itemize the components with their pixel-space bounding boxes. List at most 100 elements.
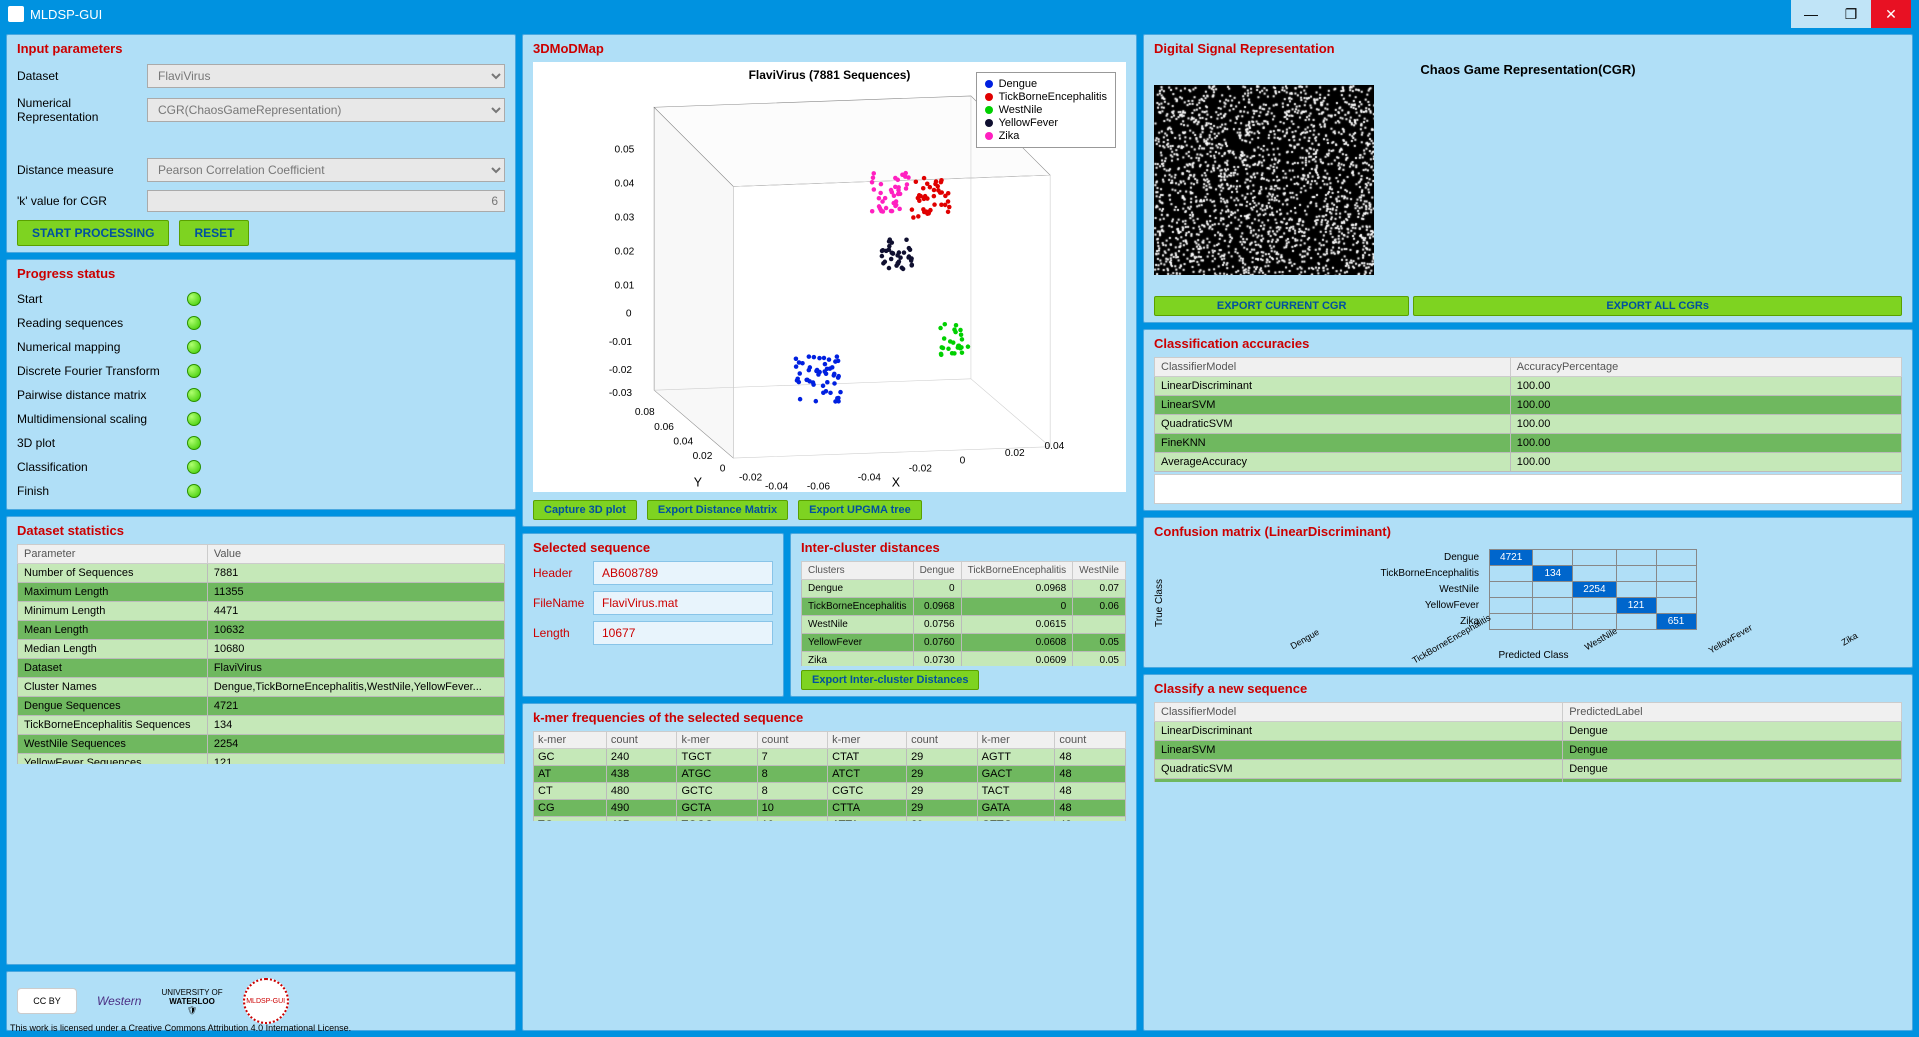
stats-table[interactable]: ParameterValue Number of Sequences7881Ma… [17, 544, 505, 764]
footer: CC BY Western UNIVERSITY OFWATERLOO🛡 MLD… [6, 971, 516, 1031]
start-button[interactable]: START PROCESSING [17, 220, 169, 246]
svg-text:0.01: 0.01 [615, 280, 635, 291]
progress-panel: Progress status StartReading sequencesNu… [6, 259, 516, 510]
inter-table[interactable]: ClustersDengueTickBorneEncephalitisWestN… [801, 561, 1126, 666]
selseq-panel: Selected sequence Header FileName Length [522, 533, 784, 697]
progress-item: 3D plot [17, 431, 505, 455]
table-row[interactable]: LinearSVMDengue [1155, 741, 1902, 760]
svg-text:-0.02: -0.02 [609, 365, 633, 376]
progress-item: Finish [17, 479, 505, 503]
minimize-button[interactable]: — [1791, 0, 1831, 28]
table-row[interactable]: CG490GCTA10CTTA29GATA48 [534, 800, 1126, 817]
export-all-cgr-button[interactable]: EXPORT ALL CGRs [1413, 296, 1902, 316]
table-row[interactable]: GC240TGCT7CTAT29AGTT48 [534, 749, 1126, 766]
dataset-select[interactable]: FlaviVirus [147, 64, 505, 88]
selseq-title: Selected sequence [533, 540, 773, 555]
svg-text:0.05: 0.05 [615, 145, 635, 156]
export-inter-button[interactable]: Export Inter-cluster Distances [801, 670, 980, 690]
table-row[interactable]: AT438ATGC8ATCT29GACT48 [534, 766, 1126, 783]
k-input[interactable] [147, 190, 505, 212]
progress-item: Reading sequences [17, 311, 505, 335]
accuracy-table[interactable]: ClassifierModelAccuracyPercentage Linear… [1154, 357, 1902, 472]
stats-panel: Dataset statistics ParameterValue Number… [6, 516, 516, 965]
svg-text:0.03: 0.03 [615, 212, 635, 223]
table-row[interactable]: WestNile Sequences2254 [18, 735, 505, 754]
classify-table[interactable]: ClassifierModelPredictedLabel LinearDisc… [1154, 702, 1902, 782]
table-row[interactable]: Maximum Length11355 [18, 583, 505, 602]
table-row[interactable]: Minimum Length4471 [18, 602, 505, 621]
status-dot-icon [187, 316, 201, 330]
numrep-select[interactable]: CGR(ChaosGameRepresentation) [147, 98, 505, 122]
status-dot-icon [187, 412, 201, 426]
capture-3d-button[interactable]: Capture 3D plot [533, 500, 637, 520]
table-row[interactable]: Cluster NamesDengue,TickBorneEncephaliti… [18, 678, 505, 697]
filename-input[interactable] [593, 591, 773, 615]
status-dot-icon [187, 340, 201, 354]
table-row[interactable]: Median Length10680 [18, 640, 505, 659]
table-row[interactable]: QuadraticSVMDengue [1155, 760, 1902, 779]
legend-item: Zika [985, 130, 1107, 142]
table-row[interactable]: Dengue00.09680.07 [801, 580, 1125, 598]
status-dot-icon [187, 460, 201, 474]
table-row[interactable]: YellowFever Sequences121 [18, 754, 505, 765]
svg-text:0.02: 0.02 [615, 246, 635, 257]
table-row[interactable]: AverageAccuracy100.00 [1155, 453, 1902, 472]
waterloo-logo: UNIVERSITY OFWATERLOO🛡 [161, 988, 222, 1015]
plot-legend: DengueTickBorneEncephalitisWestNileYello… [976, 72, 1116, 148]
inter-title: Inter-cluster distances [801, 540, 1126, 555]
svg-text:0.02: 0.02 [693, 451, 713, 462]
table-row[interactable]: TickBorneEncephalitis0.096800.06 [801, 598, 1125, 616]
svg-text:0.02: 0.02 [1005, 448, 1025, 459]
app-title: MLDSP-GUI [30, 7, 102, 22]
table-row[interactable]: LinearSVM100.00 [1155, 396, 1902, 415]
table-row[interactable]: QuadraticSVM100.00 [1155, 415, 1902, 434]
table-row[interactable]: Mean Length10632 [18, 621, 505, 640]
conf-matrix[interactable]: Dengue4721TickBorneEncephalitis134WestNi… [1370, 549, 1696, 630]
table-row[interactable]: LinearDiscriminantDengue [1155, 722, 1902, 741]
table-row[interactable]: TG497TGCG10ATTA29GTTG48 [534, 817, 1126, 822]
plot-title: FlaviVirus (7881 Sequences) [749, 68, 911, 82]
progress-item: Discrete Fourier Transform [17, 359, 505, 383]
table-row[interactable]: LinearDiscriminant100.00 [1155, 377, 1902, 396]
header-input[interactable] [593, 561, 773, 585]
3d-plot[interactable]: FlaviVirus (7881 Sequences) DengueTickBo… [533, 62, 1126, 492]
export-dist-button[interactable]: Export Distance Matrix [647, 500, 788, 520]
stats-title: Dataset statistics [17, 523, 505, 538]
svg-text:0.06: 0.06 [654, 422, 674, 433]
table-row[interactable]: TickBorneEncephalitis Sequences134 [18, 716, 505, 735]
svg-text:0.04: 0.04 [615, 178, 635, 189]
table-row[interactable]: WestNile0.07560.0615 [801, 616, 1125, 634]
maximize-button[interactable]: ❐ [1831, 0, 1871, 28]
legend-item: WestNile [985, 104, 1107, 116]
table-row[interactable]: FineKNN100.00 [1155, 434, 1902, 453]
kmer-panel: k-mer frequencies of the selected sequen… [522, 703, 1137, 1031]
cgr-title: Chaos Game Representation(CGR) [1154, 62, 1902, 77]
svg-text:0: 0 [720, 464, 726, 475]
length-input[interactable] [593, 621, 773, 645]
legend-item: TickBorneEncephalitis [985, 91, 1107, 103]
modmap-title: 3DMoDMap [533, 41, 1126, 56]
table-row[interactable]: DatasetFlaviVirus [18, 659, 505, 678]
svg-text:-0.04: -0.04 [765, 482, 789, 492]
kmer-table[interactable]: k-mercountk-mercountk-mercountk-mercount… [533, 731, 1126, 821]
progress-item: Multidimensional scaling [17, 407, 505, 431]
table-row[interactable]: FineKNNDengue [1155, 779, 1902, 783]
modmap-panel: 3DMoDMap FlaviVirus (7881 Sequences) Den… [522, 34, 1137, 527]
conf-xlabel: Predicted Class [1165, 650, 1902, 661]
svg-text:-0.02: -0.02 [739, 473, 763, 484]
table-row[interactable]: Dengue Sequences4721 [18, 697, 505, 716]
export-current-cgr-button[interactable]: EXPORT CURRENT CGR [1154, 296, 1409, 316]
dsr-panel: Digital Signal Representation Chaos Game… [1143, 34, 1913, 323]
svg-text:-0.03: -0.03 [609, 388, 633, 399]
reset-button[interactable]: RESET [179, 220, 249, 246]
classify-panel: Classify a new sequence ClassifierModelP… [1143, 674, 1913, 1031]
table-row[interactable]: CT480GCTC8CGTC29TACT48 [534, 783, 1126, 800]
export-upgma-button[interactable]: Export UPGMA tree [798, 500, 922, 520]
conf-title: Confusion matrix (LinearDiscriminant) [1154, 524, 1902, 539]
status-dot-icon [187, 292, 201, 306]
close-button[interactable]: ✕ [1871, 0, 1911, 28]
table-row[interactable]: Number of Sequences7881 [18, 564, 505, 583]
dist-select[interactable]: Pearson Correlation Coefficient [147, 158, 505, 182]
table-row[interactable]: YellowFever0.07600.06080.05 [801, 634, 1125, 652]
table-row[interactable]: Zika0.07300.06090.05 [801, 652, 1125, 667]
